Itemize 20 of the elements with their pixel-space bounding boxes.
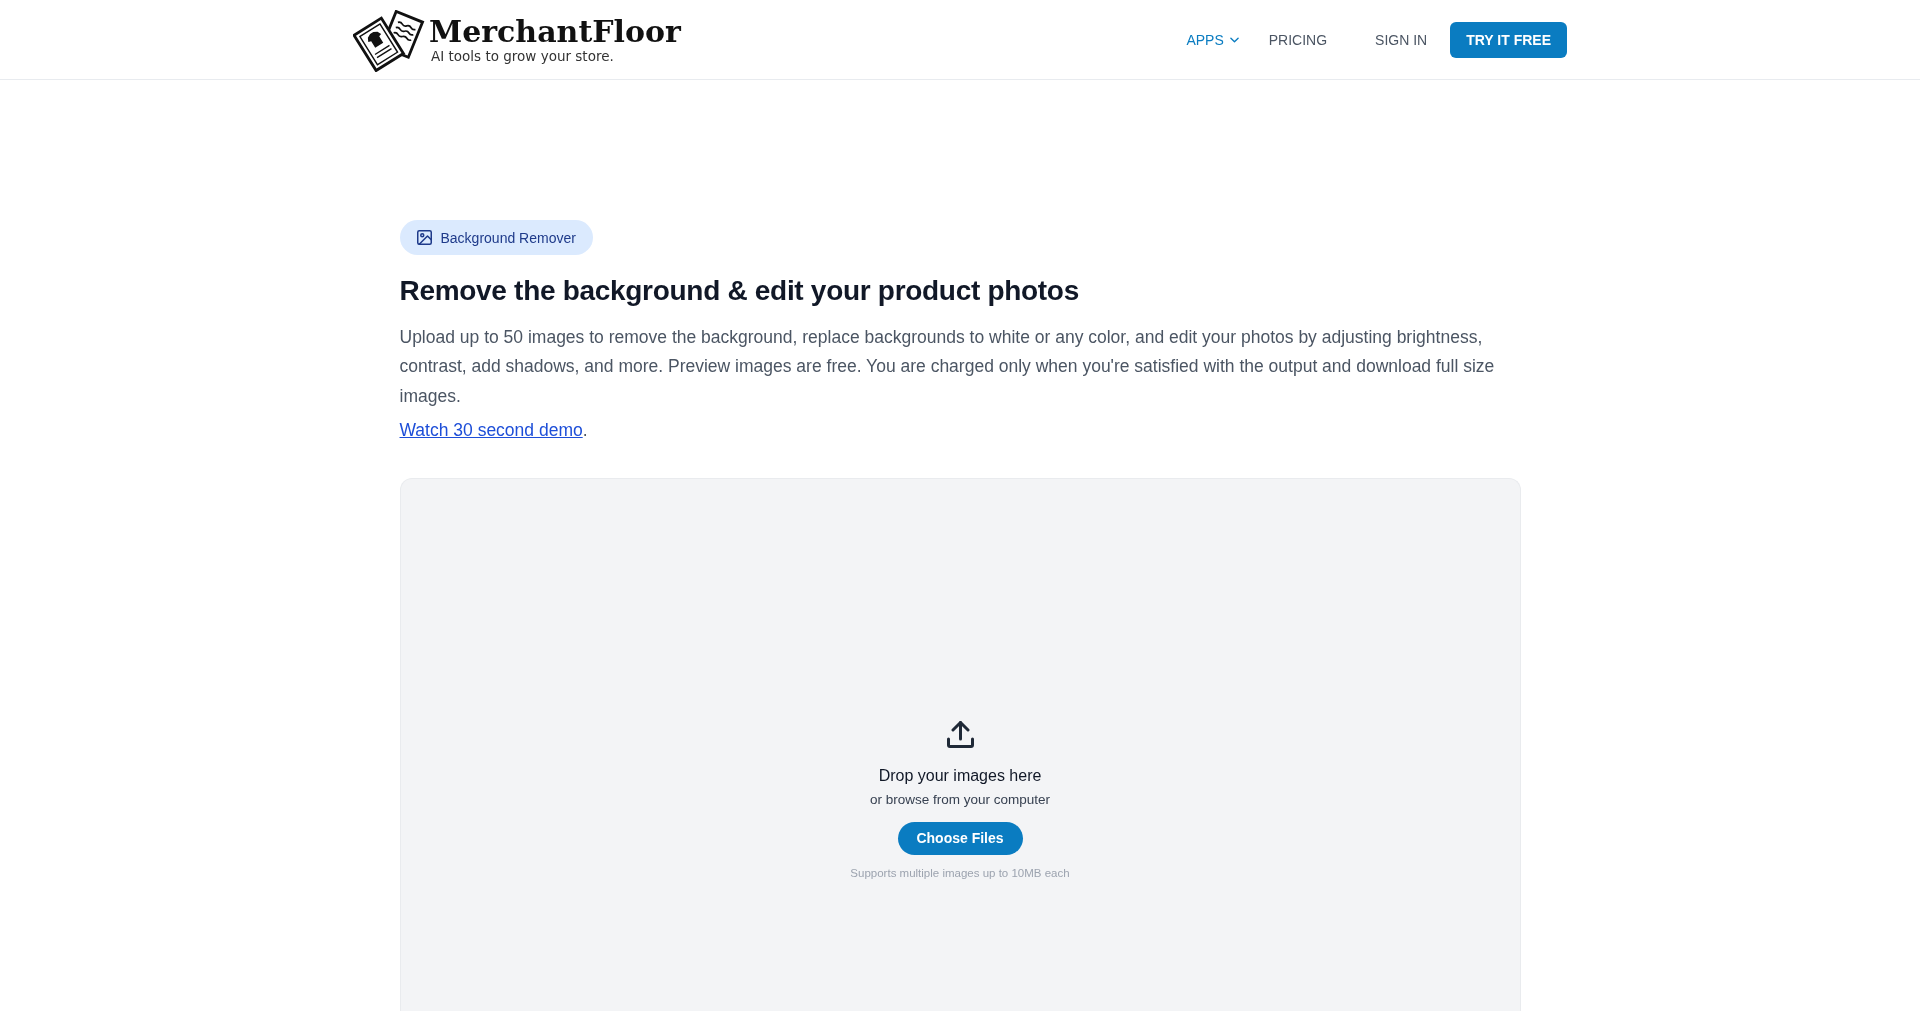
chevron-down-icon — [1229, 36, 1239, 43]
tag-label: Background Remover — [440, 229, 576, 246]
demo-text: Watch 30 second demo. — [399, 419, 589, 443]
description-text: Upload up to 50 images to remove the background, replace backgrounds to white or any color, and edit your photos by adjusting brightness, contrast, add shadows, and more. Preview images are free. You are charged only when you're satisfied with the output and download full size images. — [399, 326, 1496, 408]
drop-zone[interactable]: Drop your images here or browse from your computer Choose Files Supports multiple images up to 10MB each — [399, 477, 1521, 1011]
page-title: Remove the background & edit your product photos — [399, 274, 1080, 308]
choose-files-button[interactable]: Choose Files — [897, 821, 1023, 855]
papers-logo-icon — [353, 9, 425, 72]
demo-link[interactable]: Watch 30 second demo — [399, 420, 583, 441]
brand-tagline: AI tools to grow your store. — [431, 48, 615, 65]
brand-name: MerchantFloor — [429, 16, 681, 48]
drop-title: Drop your images here — [878, 765, 1042, 786]
image-icon — [416, 230, 432, 245]
upload-note: Supports multiple images up to 10MB each — [850, 865, 1070, 881]
sign-in-link[interactable]: SIGN IN — [1375, 31, 1428, 48]
try-free-button[interactable]: TRY IT FREE — [1450, 21, 1567, 58]
nav-menu-link[interactable]: APPS — [1186, 31, 1239, 48]
upload-icon — [946, 720, 974, 748]
drop-subtitle: or browse from your computer — [869, 790, 1051, 809]
nav-link[interactable]: PRICING — [1268, 31, 1328, 48]
